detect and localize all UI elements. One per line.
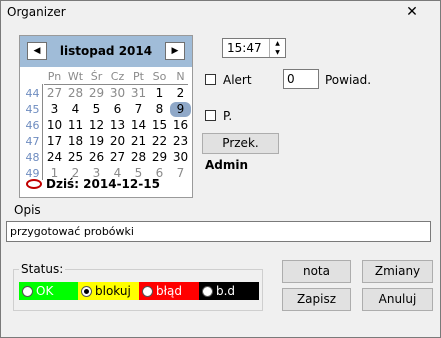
powiad-input[interactable]: 0: [283, 69, 319, 89]
calendar-day[interactable]: 12: [86, 118, 107, 133]
today-link[interactable]: Dziś: 2014-12-15: [26, 177, 160, 191]
p-label: P.: [223, 109, 233, 123]
status-legend: Status:: [19, 262, 66, 276]
calendar-day[interactable]: 31: [128, 86, 149, 101]
radio-icon: [81, 285, 92, 297]
radio-icon: [22, 285, 33, 297]
nota-button[interactable]: nota: [282, 260, 351, 283]
week-number: 45: [25, 103, 40, 116]
status-option-1[interactable]: OK: [19, 282, 78, 300]
calendar-day[interactable]: 8: [149, 102, 170, 117]
calendar-day[interactable]: 15: [149, 118, 170, 133]
calendar-day[interactable]: 22: [149, 134, 170, 149]
p-checkbox[interactable]: [205, 110, 216, 121]
calendar-day[interactable]: 7: [170, 166, 191, 181]
time-value: 15:47: [227, 41, 262, 55]
status-option-label: b.d: [216, 284, 236, 298]
radio-icon: [142, 285, 153, 297]
calendar-day[interactable]: 19: [86, 134, 107, 149]
calendar-day[interactable]: 18: [65, 134, 86, 149]
zmiany-button[interactable]: Zmiany: [362, 260, 433, 283]
calendar-day[interactable]: 5: [86, 102, 107, 117]
calendar-day[interactable]: 10: [44, 118, 65, 133]
chevron-up-icon: ▲: [275, 40, 280, 47]
alert-label: Alert: [223, 73, 252, 87]
calendar-day[interactable]: 26: [86, 150, 107, 165]
weekday-header: Cz: [110, 70, 125, 83]
calendar-day[interactable]: 2: [170, 86, 191, 101]
zapisz-button[interactable]: Zapisz: [282, 288, 351, 311]
calendar-day[interactable]: 27: [44, 86, 65, 101]
calendar-day[interactable]: 17: [44, 134, 65, 149]
calendar-day[interactable]: 29: [86, 86, 107, 101]
status-option-2[interactable]: blokuj: [78, 282, 139, 300]
chevron-down-icon: ▼: [275, 49, 280, 56]
next-month-button[interactable]: ▶: [165, 42, 185, 60]
close-icon: ✕: [406, 3, 418, 20]
calendar-day[interactable]: 23: [170, 134, 191, 149]
calendar-day[interactable]: 27: [107, 150, 128, 165]
calendar-day[interactable]: 11: [65, 118, 86, 133]
weekday-header: Śr: [90, 70, 103, 83]
weekday-header: Wt: [67, 70, 84, 83]
today-label: Dziś: 2014-12-15: [46, 177, 160, 191]
time-spin-up[interactable]: ▲: [269, 39, 285, 48]
calendar-day[interactable]: 4: [65, 102, 86, 117]
week-number: 46: [25, 119, 40, 132]
calendar-day[interactable]: 30: [107, 86, 128, 101]
opis-field[interactable]: przygotować probówki: [6, 221, 431, 242]
calendar-day[interactable]: 9: [170, 102, 191, 117]
calendar-day[interactable]: 25: [65, 150, 86, 165]
weekday-header: Pt: [133, 70, 144, 83]
weeknum-divider: [42, 84, 43, 180]
alert-checkbox[interactable]: [205, 74, 216, 85]
anuluj-button[interactable]: Anuluj: [362, 288, 433, 311]
calendar-day[interactable]: 30: [170, 150, 191, 165]
calendar-day[interactable]: 13: [107, 118, 128, 133]
calendar-day[interactable]: 14: [128, 118, 149, 133]
calendar-day[interactable]: 16: [170, 118, 191, 133]
week-number: 47: [25, 135, 40, 148]
calendar-day[interactable]: 28: [65, 86, 86, 101]
time-spin-down[interactable]: ▼: [269, 48, 285, 57]
chevron-right-icon: ▶: [171, 46, 179, 56]
calendar-day[interactable]: 1: [149, 86, 170, 101]
month-calendar: ◀ listopad 2014 ▶ Pn Wt Śr Cz Pt So N 44 27 28 29 3…: [19, 35, 193, 198]
status-option-label: OK: [36, 284, 54, 298]
calendar-day[interactable]: 3: [44, 102, 65, 117]
opis-label: Opis: [14, 203, 41, 217]
admin-label: Admin: [205, 158, 249, 172]
weekday-divider: [44, 84, 188, 85]
calendar-day[interactable]: 29: [149, 150, 170, 165]
time-picker[interactable]: 15:47 ▲ ▼: [222, 38, 286, 58]
close-button[interactable]: ✕: [389, 1, 435, 22]
calendar-day[interactable]: 28: [128, 150, 149, 165]
calendar-day[interactable]: 20: [107, 134, 128, 149]
status-option-label: błąd: [156, 284, 182, 298]
powiad-value: 0: [287, 72, 295, 86]
przek-button[interactable]: Przek.: [202, 133, 279, 154]
radio-icon: [202, 285, 213, 297]
status-option-3[interactable]: błąd: [139, 282, 199, 300]
calendar-day[interactable]: 6: [107, 102, 128, 117]
weekday-header: N: [176, 70, 185, 83]
week-number: 44: [25, 87, 40, 100]
weekday-header: So: [152, 70, 167, 83]
title-bar: Organizer ✕: [1, 1, 440, 23]
opis-value: przygotować probówki: [10, 225, 134, 238]
weekday-header: Pn: [47, 70, 62, 83]
status-option-label: blokuj: [95, 284, 131, 298]
week-number: 48: [25, 151, 40, 164]
today-ring-icon: [26, 179, 42, 189]
calendar-day[interactable]: 21: [128, 134, 149, 149]
powiad-label: Powiad.: [325, 73, 372, 87]
status-option-4[interactable]: b.d: [199, 282, 259, 300]
window-title: Organizer: [7, 5, 66, 19]
calendar-day[interactable]: 24: [44, 150, 65, 165]
calendar-day[interactable]: 7: [128, 102, 149, 117]
calendar-header: ◀ listopad 2014 ▶: [20, 36, 192, 67]
